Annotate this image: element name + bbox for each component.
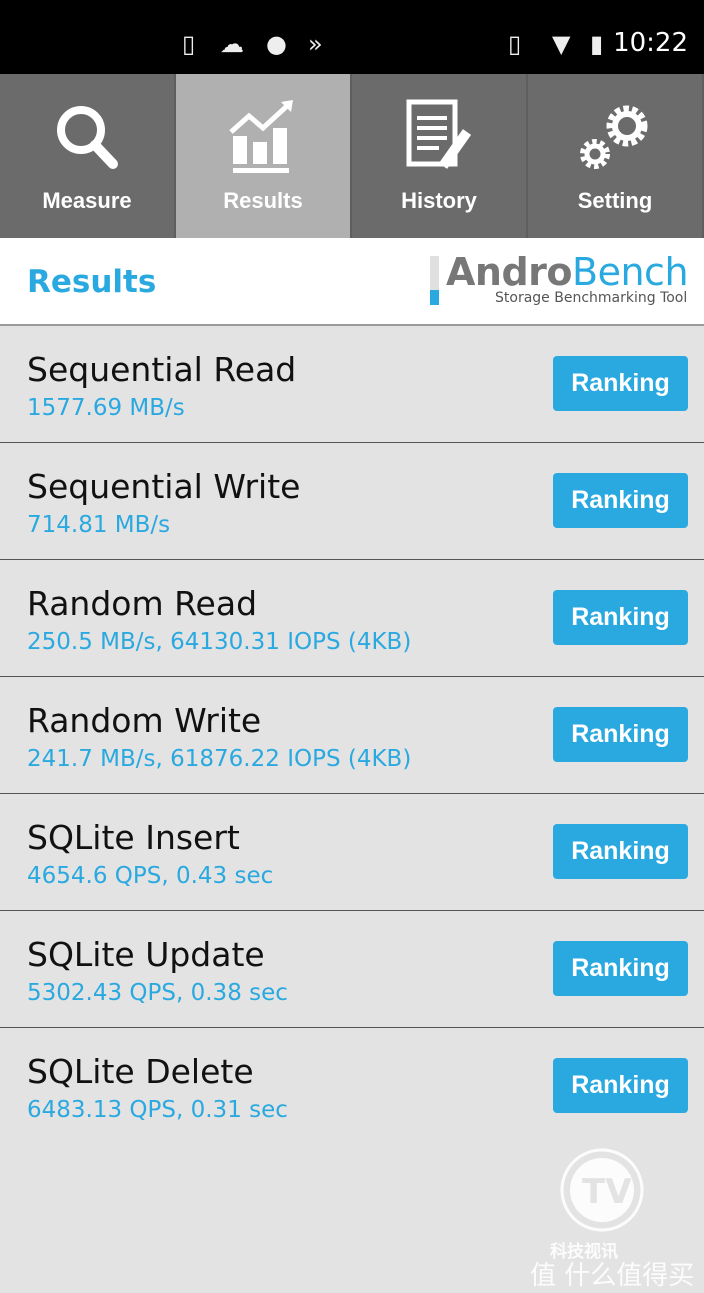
tab-label: Setting: [577, 188, 653, 213]
ranking-button[interactable]: Ranking: [553, 356, 688, 411]
logo-text-andro: Andro: [446, 250, 573, 294]
result-value: 4654.6 QPS, 0.43 sec: [27, 863, 274, 889]
search-icon: [57, 106, 118, 169]
ranking-button[interactable]: Ranking: [553, 473, 688, 528]
tab-history[interactable]: History: [352, 74, 528, 238]
clock: 10:22: [613, 28, 688, 58]
result-value: 6483.13 QPS, 0.31 sec: [27, 1097, 288, 1123]
tab-results[interactable]: Results: [176, 74, 352, 238]
gear-icon: [580, 105, 648, 169]
result-row-random-read: Random Read 250.5 MB/s, 64130.31 IOPS (4K…: [0, 560, 704, 677]
result-row-sequential-write: Sequential Write 714.81 MB/s Ranking: [0, 443, 704, 560]
result-value: 5302.43 QPS, 0.38 sec: [27, 980, 288, 1006]
flame-icon: ●: [266, 30, 287, 58]
result-name: SQLite Insert: [27, 818, 240, 857]
result-row-random-write: Random Write 241.7 MB/s, 61876.22 IOPS (4…: [0, 677, 704, 794]
result-row-sqlite-delete: SQLite Delete 6483.13 QPS, 0.31 sec Rankin…: [0, 1028, 704, 1145]
ranking-button[interactable]: Ranking: [553, 824, 688, 879]
result-name: Random Read: [27, 584, 258, 623]
androbench-logo: AndroBench Storage Benchmarking Tool: [430, 250, 690, 308]
logo-text-bench: Bench: [572, 250, 689, 294]
sim-missing-icon: ▯: [182, 30, 196, 58]
result-name: Sequential Write: [27, 467, 301, 506]
result-name: Sequential Read: [27, 350, 297, 389]
result-name: SQLite Update: [27, 935, 265, 974]
logo-subtitle: Storage Benchmarking Tool: [495, 290, 688, 306]
tab-setting[interactable]: Setting: [528, 74, 704, 238]
svg-text:TV: TV: [582, 1172, 632, 1212]
results-list: Sequential Read 1577.69 MB/s Ranking Seque…: [0, 326, 704, 1145]
cloud-icon: ☁: [220, 30, 244, 58]
ranking-button[interactable]: Ranking: [553, 707, 688, 762]
result-row-sqlite-insert: SQLite Insert 4654.6 QPS, 0.43 sec Ranking: [0, 794, 704, 911]
tab-measure[interactable]: Measure: [0, 74, 176, 238]
fast-forward-icon: »: [308, 30, 323, 58]
tab-label: Results: [223, 188, 303, 213]
result-value: 1577.69 MB/s: [27, 395, 185, 421]
result-row-sqlite-update: SQLite Update 5302.43 QPS, 0.38 sec Rankin…: [0, 911, 704, 1028]
battery-icon: ▮: [590, 30, 604, 58]
result-value: 241.7 MB/s, 61876.22 IOPS (4KB): [27, 746, 412, 772]
page-header: Results AndroBench Storage Benchmarking …: [0, 238, 704, 326]
tab-label: History: [401, 188, 477, 213]
status-bar: ▯ ☁ ● » ▯ ▼ ▮ 10:22: [0, 0, 704, 74]
result-row-sequential-read: Sequential Read 1577.69 MB/s Ranking: [0, 326, 704, 443]
result-value: 250.5 MB/s, 64130.31 IOPS (4KB): [27, 629, 412, 655]
result-name: SQLite Delete: [27, 1052, 254, 1091]
document-icon: [406, 99, 472, 169]
result-name: Random Write: [27, 701, 262, 740]
wifi-icon: ▼: [552, 30, 571, 58]
result-value: 714.81 MB/s: [27, 512, 171, 538]
watermark-text-2: 值 什么值得买: [530, 1261, 695, 1291]
tab-bar: Measure Results History Setting: [0, 74, 704, 238]
page-title: Results: [27, 264, 157, 300]
tab-label: Measure: [42, 188, 132, 213]
vibrate-icon: ▯: [508, 30, 522, 58]
watermark-logo-icon: TV: [560, 1148, 644, 1232]
chart-icon: [229, 100, 293, 173]
ranking-button[interactable]: Ranking: [553, 1058, 688, 1113]
ranking-button[interactable]: Ranking: [553, 941, 688, 996]
ranking-button[interactable]: Ranking: [553, 590, 688, 645]
watermark: TV 科技视讯 值 什么值得买: [530, 1145, 704, 1293]
